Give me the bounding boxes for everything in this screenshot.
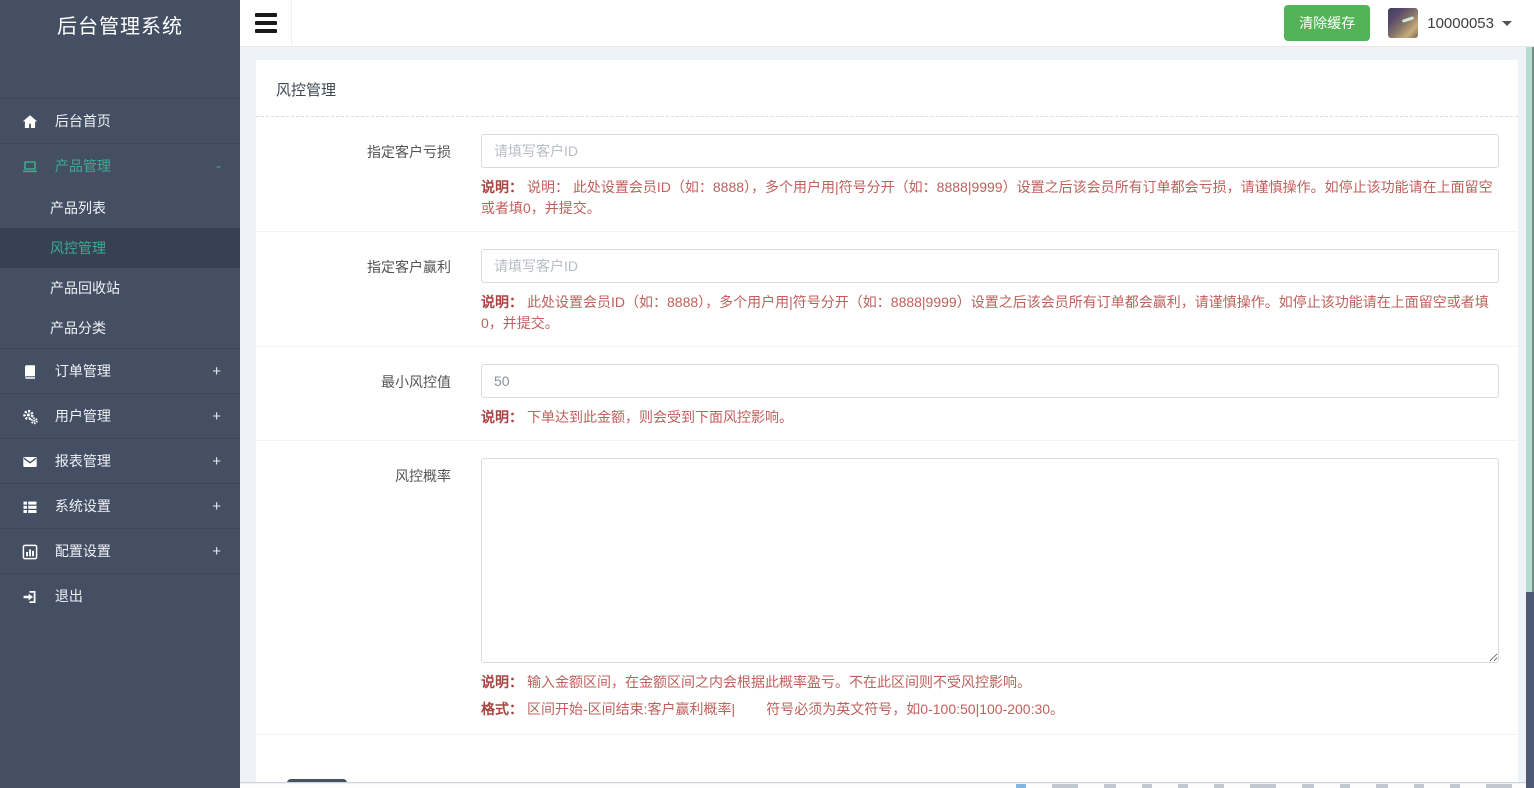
- taskbar-icon: [1250, 784, 1276, 788]
- sidebar-item-risk-control[interactable]: 风控管理: [0, 228, 240, 268]
- envelope-icon: [22, 440, 40, 485]
- topbar: 清除缓存 10000053: [240, 0, 1534, 47]
- field-label-probability: 风控概率: [256, 458, 481, 722]
- sidebar-item-product-recycle[interactable]: 产品回收站: [0, 268, 240, 308]
- topbar-right: 清除缓存 10000053: [1284, 5, 1512, 41]
- expand-plus-icon[interactable]: +: [212, 349, 221, 394]
- home-icon: [22, 100, 40, 145]
- sidebar-item-label: 产品管理: [55, 158, 111, 174]
- taskbar-icon: [1376, 784, 1388, 788]
- field-format-probability: 格式：区间开始-区间结束:客户赢利概率| 符号必须为英文符号，如0-100:50…: [481, 697, 1499, 722]
- field-label-min-risk: 最小风控值: [256, 364, 481, 428]
- risk-control-panel: 风控管理 指定客户亏损 说明：说明： 此处设置会员ID（如：8888），多个用户…: [256, 60, 1518, 783]
- sidebar-item-reports[interactable]: 报表管理 +: [0, 438, 240, 483]
- form-row-loss: 指定客户亏损 说明：说明： 此处设置会员ID（如：8888），多个用户用|符号分…: [256, 117, 1518, 232]
- sidebar-item-products[interactable]: 产品管理 -: [0, 143, 240, 188]
- expand-plus-icon[interactable]: +: [212, 529, 221, 574]
- field-note-probability: 说明：输入金额区间，在金额区间之内会根据此概率盈亏。不在此区间则不受风控影响。: [481, 672, 1499, 693]
- taskbar-icon: [1302, 784, 1314, 788]
- min-risk-value-input[interactable]: [481, 364, 1499, 398]
- background-window-edge: [1526, 47, 1534, 788]
- field-note-win: 说明：此处设置会员ID（如：8888），多个用户用|符号分开（如：8888|99…: [481, 292, 1499, 334]
- taskbar-icon: [1414, 784, 1424, 788]
- page-title: 风控管理: [256, 60, 1518, 117]
- content-area: 风控管理 指定客户亏损 说明：说明： 此处设置会员ID（如：8888），多个用户…: [240, 47, 1526, 783]
- sidebar-nav: 后台首页 产品管理 - 产品列表 风控管理 产品回收站 产品分类 订单管理 +: [0, 98, 240, 618]
- sidebar-item-orders[interactable]: 订单管理 +: [0, 348, 240, 393]
- field-note-min-risk: 说明：下单达到此金额，则会受到下面风控影响。: [481, 407, 1499, 428]
- risk-probability-textarea[interactable]: [481, 458, 1499, 663]
- logout-icon: [22, 575, 40, 620]
- list-icon: [22, 485, 40, 530]
- risk-control-form: 指定客户亏损 说明：说明： 此处设置会员ID（如：8888），多个用户用|符号分…: [256, 117, 1518, 783]
- products-submenu: 产品列表 风控管理 产品回收站 产品分类: [0, 188, 240, 348]
- sidebar-item-product-category[interactable]: 产品分类: [0, 308, 240, 348]
- clear-cache-button[interactable]: 清除缓存: [1284, 5, 1370, 41]
- username[interactable]: 10000053: [1427, 15, 1494, 32]
- sidebar-item-label: 订单管理: [55, 363, 111, 379]
- taskbar-icon: [1450, 784, 1460, 788]
- taskbar-icon: [1104, 784, 1116, 788]
- sidebar-item-product-list[interactable]: 产品列表: [0, 188, 240, 228]
- form-row-min-risk: 最小风控值 说明：下单达到此金额，则会受到下面风控影响。: [256, 347, 1518, 441]
- sidebar-item-label: 用户管理: [55, 408, 111, 424]
- form-row-win: 指定客户赢利 说明：此处设置会员ID（如：8888），多个用户用|符号分开（如：…: [256, 232, 1518, 347]
- background-window-edge-top: [1526, 47, 1534, 592]
- avatar[interactable]: [1388, 8, 1418, 38]
- app-title: 后台管理系统: [0, 0, 240, 55]
- sidebar-item-label: 配置设置: [55, 543, 111, 559]
- expand-plus-icon[interactable]: +: [212, 484, 221, 529]
- menu-toggle-button[interactable]: [240, 0, 292, 47]
- expand-plus-icon[interactable]: +: [212, 394, 221, 439]
- collapse-minus-icon[interactable]: -: [216, 144, 221, 189]
- taskbar-sliver: [240, 784, 1526, 788]
- field-note-loss: 说明：说明： 此处设置会员ID（如：8888），多个用户用|符号分开（如：888…: [481, 177, 1499, 219]
- form-row-probability: 风控概率 说明：输入金额区间，在金额区间之内会根据此概率盈亏。不在此区间则不受风…: [256, 441, 1518, 735]
- taskbar-icon: [1142, 784, 1152, 788]
- sidebar-item-config-settings[interactable]: 配置设置 +: [0, 528, 240, 573]
- taskbar-icon: [1052, 784, 1078, 788]
- form-row-submit: 提交: [256, 735, 1518, 783]
- sidebar-item-label: 报表管理: [55, 453, 111, 469]
- taskbar-icon: [1178, 784, 1188, 788]
- loss-customer-input[interactable]: [481, 134, 1499, 168]
- taskbar-icon: [1016, 784, 1026, 788]
- book-icon: [22, 350, 40, 395]
- field-label-loss: 指定客户亏损: [256, 134, 481, 219]
- background-window-edge-bottom: [1526, 592, 1534, 788]
- sidebar-item-system-settings[interactable]: 系统设置 +: [0, 483, 240, 528]
- sidebar-item-label: 退出: [55, 588, 83, 604]
- sidebar-item-label: 后台首页: [55, 113, 111, 129]
- submit-button[interactable]: 提交: [287, 779, 347, 783]
- sidebar-item-label: 系统设置: [55, 498, 111, 514]
- taskbar-icon: [1214, 784, 1224, 788]
- cogs-icon: [22, 395, 40, 440]
- field-label-win: 指定客户赢利: [256, 249, 481, 334]
- laptop-icon: [22, 145, 40, 190]
- chevron-down-icon[interactable]: [1502, 21, 1512, 26]
- taskbar-icon: [1486, 784, 1512, 788]
- sidebar-item-logout[interactable]: 退出: [0, 573, 240, 618]
- sidebar: 后台管理系统 后台首页 产品管理 - 产品列表 风控管理 产品回收站 产品分类 …: [0, 0, 240, 788]
- sidebar-item-users[interactable]: 用户管理 +: [0, 393, 240, 438]
- sidebar-item-home[interactable]: 后台首页: [0, 98, 240, 143]
- expand-plus-icon[interactable]: +: [212, 439, 221, 484]
- win-customer-input[interactable]: [481, 249, 1499, 283]
- bar-chart-icon: [22, 530, 40, 575]
- taskbar-icon: [1340, 784, 1350, 788]
